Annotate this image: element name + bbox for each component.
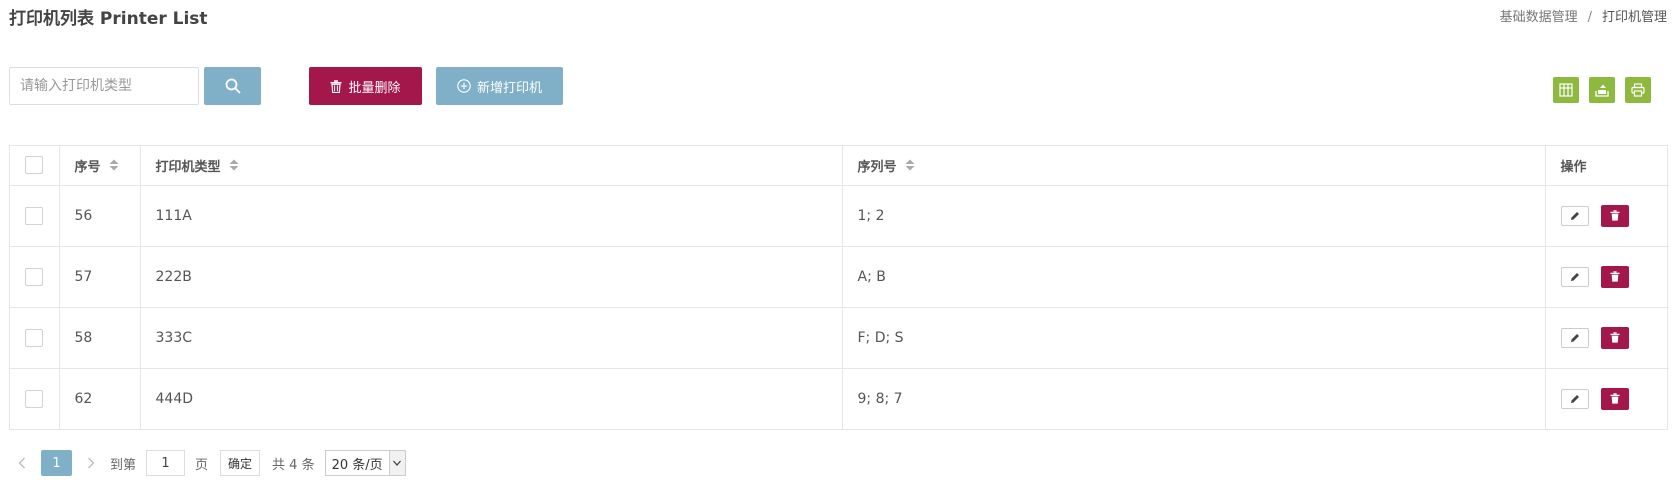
goto-label: 到第 xyxy=(110,457,137,473)
plus-circle-icon xyxy=(457,79,471,93)
edit-button[interactable] xyxy=(1560,205,1589,226)
cell-type: 444D xyxy=(140,368,843,429)
search-input[interactable] xyxy=(9,67,199,105)
trash-icon xyxy=(330,79,342,93)
export-icon xyxy=(1595,84,1609,97)
cell-id: 62 xyxy=(59,368,141,429)
trash-icon xyxy=(1609,393,1620,404)
prev-page-button[interactable] xyxy=(9,450,35,476)
page-title: 打印机列表 Printer List xyxy=(9,9,208,29)
delete-button[interactable] xyxy=(1600,204,1629,227)
row-checkbox[interactable] xyxy=(25,389,43,408)
sort-icon[interactable] xyxy=(229,159,239,175)
page-number-current[interactable]: 1 xyxy=(41,450,72,476)
cell-type: 222B xyxy=(140,246,843,308)
edit-button[interactable] xyxy=(1560,388,1589,409)
sort-icon[interactable] xyxy=(905,159,915,175)
column-header-serial[interactable]: 序列号 xyxy=(842,146,1546,186)
breadcrumb: 基础数据管理 / 打印机管理 xyxy=(1500,6,1667,25)
columns-icon xyxy=(1559,83,1573,97)
print-button[interactable] xyxy=(1625,77,1651,103)
batch-delete-label: 批量删除 xyxy=(348,80,401,96)
row-checkbox[interactable] xyxy=(25,206,43,225)
add-printer-label: 新增打印机 xyxy=(476,80,542,96)
cell-id: 58 xyxy=(59,307,141,369)
edit-button[interactable] xyxy=(1560,327,1589,348)
cell-id: 57 xyxy=(59,246,141,308)
table-row[interactable]: 62 444D 9; 8; 7 xyxy=(10,368,1669,429)
table-header-row: 序号 打印机类型 序列号 操作 xyxy=(10,146,1669,186)
search-icon xyxy=(225,78,240,94)
delete-button[interactable] xyxy=(1600,387,1629,410)
pencil-icon xyxy=(1570,333,1579,342)
total-count: 共 4 条 xyxy=(272,457,315,473)
cell-type: 111A xyxy=(140,185,843,247)
sort-icon[interactable] xyxy=(109,159,119,175)
chevron-right-icon xyxy=(88,457,95,469)
row-checkbox[interactable] xyxy=(25,267,43,286)
columns-button[interactable] xyxy=(1553,77,1579,103)
trash-icon xyxy=(1609,332,1620,343)
delete-button[interactable] xyxy=(1600,265,1629,288)
pencil-icon xyxy=(1570,211,1579,220)
cell-type: 333C xyxy=(140,307,843,369)
page-size-value: 20 条/页 xyxy=(331,457,383,473)
search-button[interactable] xyxy=(204,67,261,105)
cell-id: 56 xyxy=(59,185,141,247)
delete-button[interactable] xyxy=(1600,326,1629,349)
cell-serial: A; B xyxy=(842,246,1546,308)
export-button[interactable] xyxy=(1589,77,1615,103)
trash-icon xyxy=(1609,271,1620,282)
goto-confirm-button[interactable]: 确定 xyxy=(220,450,261,476)
cell-serial: 9; 8; 7 xyxy=(842,368,1546,429)
column-header-type[interactable]: 打印机类型 xyxy=(140,146,843,186)
printer-table: 序号 打印机类型 序列号 操作 56 111A 1; 2 57 222B A; … xyxy=(9,145,1669,430)
page-unit-label: 页 xyxy=(195,457,209,473)
cell-serial: F; D; S xyxy=(842,307,1546,369)
chevron-down-icon xyxy=(388,451,405,475)
chevron-left-icon xyxy=(18,457,25,469)
table-row[interactable]: 56 111A 1; 2 xyxy=(10,185,1669,247)
cell-serial: 1; 2 xyxy=(842,185,1546,247)
pagination: 1 到第 页 确定 共 4 条 20 条/页 xyxy=(9,449,406,477)
next-page-button[interactable] xyxy=(78,450,104,476)
goto-page-input[interactable] xyxy=(146,450,186,476)
select-all-checkbox[interactable] xyxy=(25,156,43,175)
breadcrumb-current: 打印机管理 xyxy=(1601,10,1667,25)
trash-icon xyxy=(1609,210,1620,221)
breadcrumb-separator: / xyxy=(1587,10,1592,25)
batch-delete-button[interactable]: 批量删除 xyxy=(309,67,422,105)
column-header-actions: 操作 xyxy=(1545,146,1669,186)
row-checkbox[interactable] xyxy=(25,328,43,347)
add-printer-button[interactable]: 新增打印机 xyxy=(436,67,563,105)
edit-button[interactable] xyxy=(1560,266,1589,287)
breadcrumb-parent[interactable]: 基础数据管理 xyxy=(1500,10,1578,25)
pencil-icon xyxy=(1570,394,1579,403)
page-size-select[interactable]: 20 条/页 xyxy=(324,450,406,476)
table-row[interactable]: 58 333C F; D; S xyxy=(10,307,1669,369)
column-header-id[interactable]: 序号 xyxy=(59,146,141,186)
pencil-icon xyxy=(1570,272,1579,281)
table-row[interactable]: 57 222B A; B xyxy=(10,246,1669,308)
print-icon xyxy=(1631,83,1645,97)
